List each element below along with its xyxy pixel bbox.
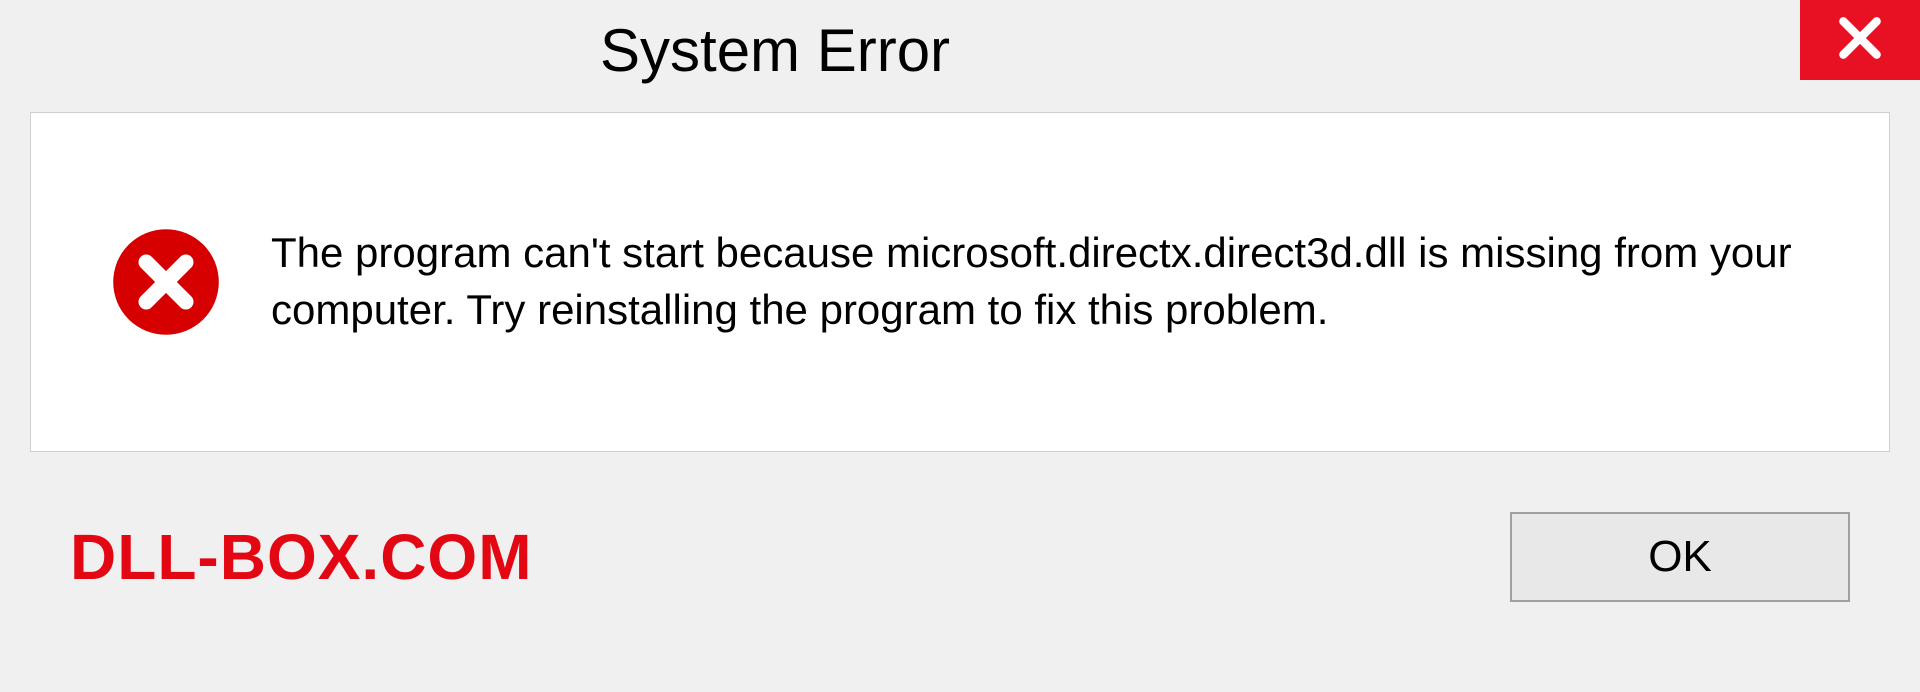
close-button[interactable] xyxy=(1800,0,1920,80)
ok-button[interactable]: OK xyxy=(1510,512,1850,602)
error-message-text: The program can't start because microsof… xyxy=(271,225,1829,338)
watermark-text: DLL-BOX.COM xyxy=(70,520,533,594)
window-title: System Error xyxy=(600,16,950,85)
titlebar: System Error xyxy=(0,0,1920,100)
error-icon xyxy=(111,227,221,337)
close-icon xyxy=(1835,13,1885,68)
ok-button-label: OK xyxy=(1648,532,1712,582)
dialog-content: The program can't start because microsof… xyxy=(30,112,1890,452)
dialog-footer: DLL-BOX.COM OK xyxy=(30,452,1890,662)
